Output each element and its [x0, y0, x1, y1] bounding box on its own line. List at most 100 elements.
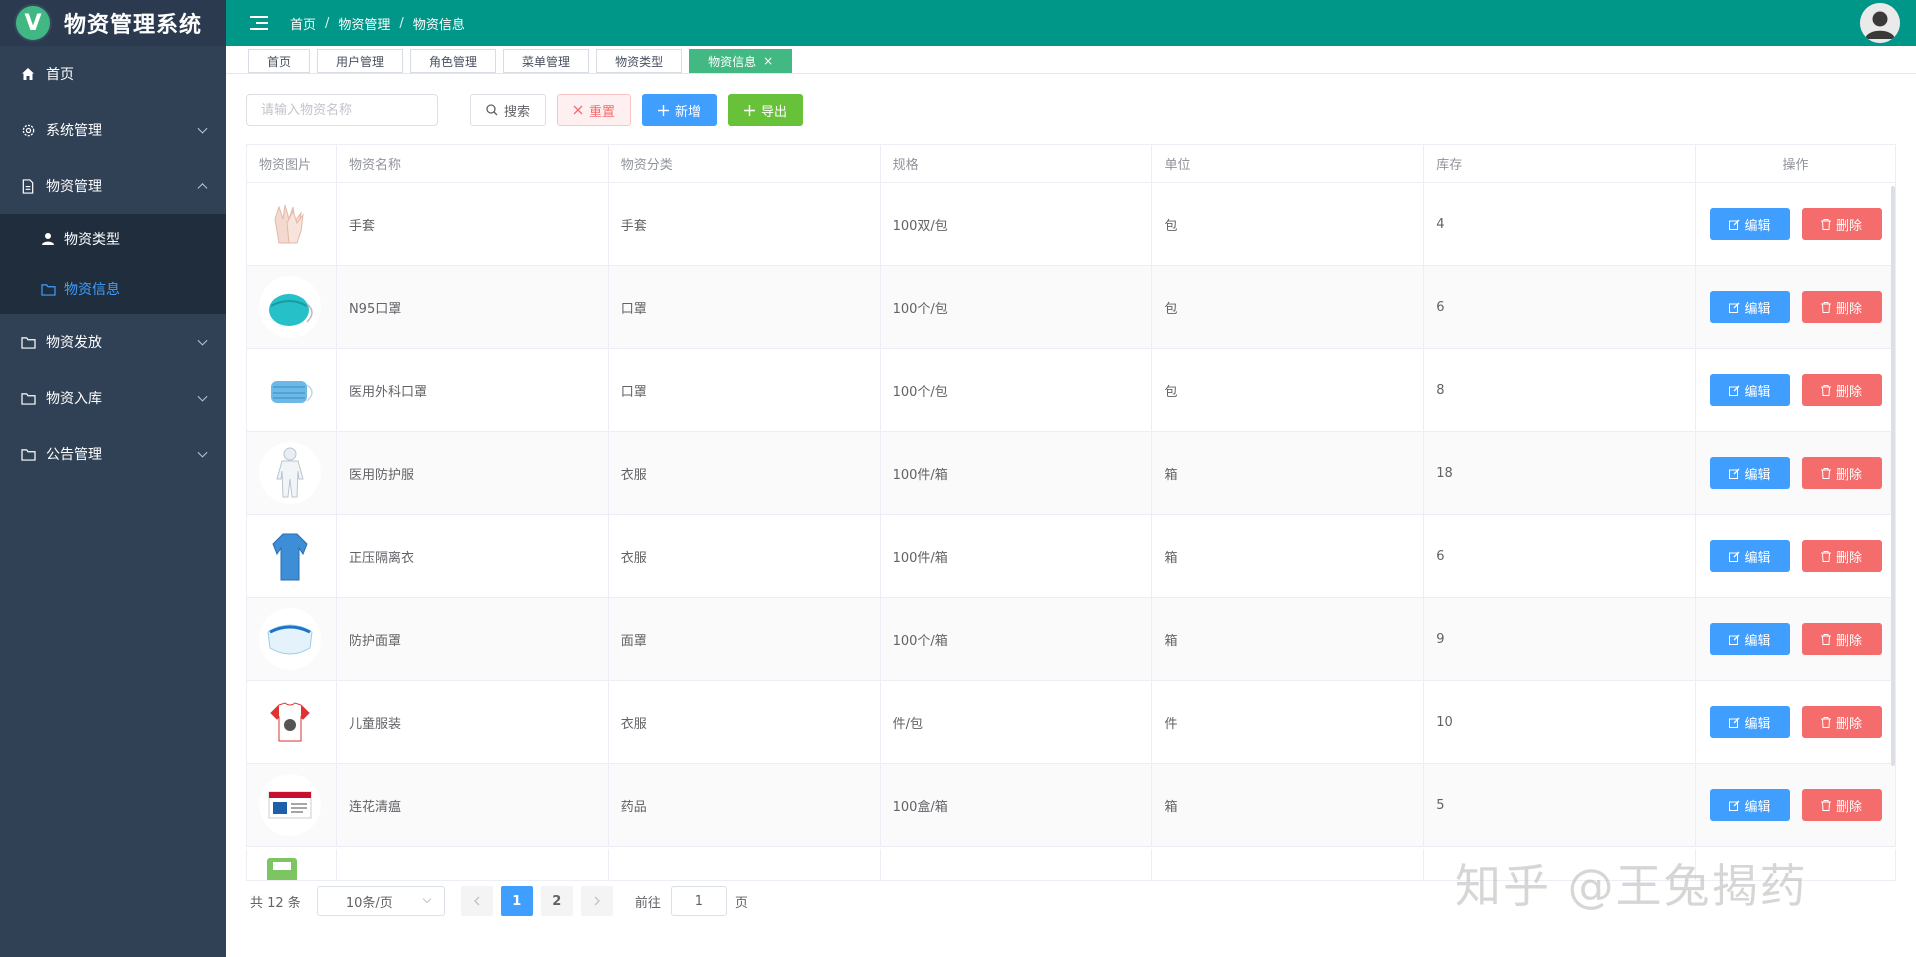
sidebar-item-inbound[interactable]: 物资入库: [0, 370, 226, 426]
close-icon[interactable]: ×: [763, 54, 773, 68]
actions-cell: 编辑 删除: [1696, 764, 1896, 847]
edit-button[interactable]: 编辑: [1709, 706, 1790, 738]
row-actions: 编辑 删除: [1709, 291, 1882, 323]
row-actions: 编辑 删除: [1709, 623, 1882, 655]
material-spec: 100个/包: [880, 349, 1153, 432]
delete-button[interactable]: 删除: [1801, 623, 1882, 655]
next-page-button[interactable]: [580, 886, 613, 916]
row-actions: 编辑 删除: [1709, 789, 1882, 821]
breadcrumb-home[interactable]: 首页: [290, 14, 316, 33]
delete-button[interactable]: 删除: [1801, 374, 1882, 406]
export-button[interactable]: 导出: [728, 94, 804, 126]
page-size-select[interactable]: 10条/页: [316, 886, 445, 916]
product-image: [259, 608, 321, 670]
material-spec: 100件/箱: [880, 515, 1153, 598]
brand: V 物资管理系统: [0, 0, 226, 46]
edit-button[interactable]: 编辑: [1709, 457, 1790, 489]
sidebar-item-distribution[interactable]: 物资发放: [0, 314, 226, 370]
breadcrumb-materials[interactable]: 物资管理: [338, 14, 390, 33]
delete-button[interactable]: 删除: [1801, 706, 1882, 738]
edit-button[interactable]: 编辑: [1709, 623, 1790, 655]
edit-button[interactable]: 编辑: [1709, 374, 1790, 406]
tab-home[interactable]: 首页: [248, 49, 311, 73]
empty-cell: [880, 849, 1153, 881]
breadcrumb: 首页 / 物资管理 / 物资信息: [290, 14, 465, 33]
tab-material-types[interactable]: 物资类型: [596, 49, 683, 73]
edit-button[interactable]: 编辑: [1709, 291, 1790, 323]
sidebar-item-home[interactable]: 首页: [0, 46, 226, 102]
sidebar-item-materials[interactable]: 物资管理: [0, 158, 226, 214]
material-name: 连花清瘟: [336, 764, 609, 847]
page-button-2[interactable]: 2: [540, 886, 573, 916]
edit-button[interactable]: 编辑: [1709, 208, 1790, 240]
pagination: 共 12 条 10条/页 1 2 前往 1 页: [250, 885, 748, 917]
tab-menus[interactable]: 菜单管理: [503, 49, 590, 73]
edit-button[interactable]: 编辑: [1709, 540, 1790, 572]
folder-icon: [20, 390, 36, 406]
tab-roles[interactable]: 角色管理: [410, 49, 497, 73]
app-title: 物资管理系统: [64, 12, 203, 38]
image-cell: [247, 349, 337, 432]
button-label: 编辑: [1744, 716, 1771, 732]
chevron-down-icon: [197, 391, 208, 402]
page-size-value: 10条/页: [345, 895, 393, 911]
table-scrollbar[interactable]: [1891, 186, 1895, 766]
product-image: [259, 774, 321, 836]
delete-button[interactable]: 删除: [1801, 208, 1882, 240]
sidebar-item-notices[interactable]: 公告管理: [0, 426, 226, 482]
product-image: [267, 857, 297, 880]
button-label: 删除: [1836, 301, 1863, 317]
delete-button[interactable]: 删除: [1801, 540, 1882, 572]
table-row: 医用防护服 衣服 100件/箱箱 18 编辑 删除: [247, 432, 1896, 515]
material-category: 口罩: [608, 349, 881, 432]
edit-button[interactable]: 编辑: [1709, 789, 1790, 821]
search-input[interactable]: [246, 94, 438, 126]
table-row: 医用外科口罩 口罩 100个/包包 8 编辑 删除: [247, 349, 1896, 432]
reset-button[interactable]: 重置: [557, 94, 632, 126]
image-cell: [247, 432, 337, 515]
prev-page-button[interactable]: [460, 886, 493, 916]
tab-label: 物资信息: [708, 54, 757, 69]
search-button[interactable]: 搜索: [470, 94, 547, 126]
table-row: 连花清瘟 药品 100盒/箱箱 5 编辑 删除: [247, 764, 1896, 847]
add-button[interactable]: 新增: [642, 94, 718, 126]
material-stock: 5: [1424, 764, 1697, 847]
goto-page-input[interactable]: 1: [670, 886, 727, 916]
chevron-down-icon: [197, 447, 208, 458]
close-icon: [573, 105, 583, 115]
button-label: 删除: [1836, 467, 1863, 483]
delete-button[interactable]: 删除: [1801, 789, 1882, 821]
tab-material-info[interactable]: 物资信息 ×: [689, 49, 793, 73]
goto-label: 前往: [634, 895, 661, 911]
column-header: 操作: [1696, 145, 1896, 183]
menu-toggle-icon[interactable]: [250, 16, 268, 30]
tab-users[interactable]: 用户管理: [317, 49, 404, 73]
sidebar-item-system[interactable]: 系统管理: [0, 102, 226, 158]
material-spec: 100盒/箱: [880, 764, 1153, 847]
trash-icon: [1821, 799, 1832, 811]
sidebar-item-material-types[interactable]: 物资类型: [0, 214, 226, 264]
plus-icon: [658, 104, 670, 116]
chevron-down-icon: [422, 894, 432, 904]
delete-button[interactable]: 删除: [1801, 457, 1882, 489]
product-image: [259, 193, 321, 255]
avatar[interactable]: [1860, 3, 1900, 43]
material-category: 手套: [608, 183, 881, 266]
button-label: 重置: [589, 104, 616, 120]
column-header: 物资图片: [247, 145, 337, 183]
delete-button[interactable]: 删除: [1801, 291, 1882, 323]
actions-cell: 编辑 删除: [1696, 183, 1896, 266]
image-cell: [247, 515, 337, 598]
sidebar-item-label: 系统管理: [46, 123, 102, 139]
sidebar-item-label: 物资入库: [46, 391, 102, 407]
divider: [226, 73, 1916, 74]
edit-icon: [1728, 219, 1740, 230]
product-image: [259, 359, 321, 421]
empty-cell: [336, 849, 609, 881]
edit-icon: [1728, 717, 1740, 728]
sidebar-item-material-info[interactable]: 物资信息: [0, 264, 226, 314]
page-button-1[interactable]: 1: [500, 886, 533, 916]
column-header: 单位: [1152, 145, 1425, 183]
search-icon: [486, 104, 498, 116]
material-unit: 箱: [1152, 515, 1425, 598]
